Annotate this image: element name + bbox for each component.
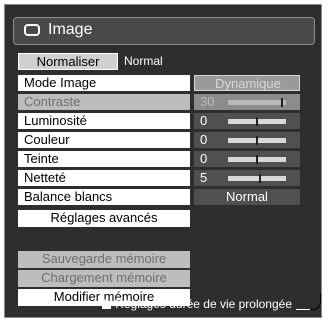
extended-life-label: Réglages durée de vie prolongée	[115, 297, 292, 311]
setting-value: Normal	[226, 189, 268, 204]
setting-slider-track[interactable]	[228, 155, 286, 164]
setting-value-box[interactable]: 5	[194, 170, 300, 186]
load-memory-button[interactable]: Chargement mémoire	[18, 270, 190, 287]
setting-slider-marker[interactable]	[281, 98, 283, 107]
setting-row-tint[interactable]: Teinte 0	[18, 151, 300, 168]
setting-value: 30	[200, 94, 215, 109]
setting-row-sharpness[interactable]: Netteté 5	[18, 170, 300, 187]
setting-slider-marker[interactable]	[259, 174, 261, 183]
save-memory-button[interactable]: Sauvegarde mémoire	[18, 251, 190, 268]
menu-title: Image	[48, 21, 93, 38]
setting-row-color[interactable]: Couleur 0	[18, 132, 300, 149]
setting-value: 0	[200, 113, 208, 128]
setting-value: 0	[200, 132, 208, 147]
setting-label: Netteté	[18, 170, 190, 186]
setting-slider-track[interactable]	[228, 98, 286, 107]
setting-value-box[interactable]: 0	[194, 113, 300, 129]
lock-icon	[102, 299, 112, 309]
setting-row-contrast[interactable]: Contraste 30	[18, 94, 300, 111]
setting-value: Dynamique	[215, 76, 281, 91]
setting-value-box[interactable]: 0	[194, 151, 300, 167]
setting-value-box[interactable]: Dynamique	[194, 75, 300, 91]
setting-value-box[interactable]: 30	[194, 94, 300, 110]
setting-slider-marker[interactable]	[256, 117, 258, 126]
setting-value: 5	[200, 170, 208, 185]
normalize-button[interactable]: Normaliser	[18, 53, 118, 70]
menu-title-bar: Image	[13, 17, 315, 45]
setting-slider-track[interactable]	[228, 174, 286, 183]
normalize-status: Normal	[124, 54, 163, 68]
setting-row-white-balance[interactable]: Balance blancs Normal	[18, 189, 300, 206]
setting-slider-marker[interactable]	[256, 155, 258, 164]
setting-slider-marker[interactable]	[256, 136, 258, 145]
setting-slider-track[interactable]	[228, 136, 286, 145]
setting-label: Mode Image	[18, 75, 190, 91]
setting-value-box[interactable]: Normal	[194, 189, 300, 205]
setting-label: Luminosité	[18, 113, 190, 129]
pointer-line	[296, 309, 310, 310]
setting-value: 0	[200, 151, 208, 166]
setting-value-box[interactable]: 0	[194, 132, 300, 148]
setting-row-brightness[interactable]: Luminosité 0	[18, 113, 300, 130]
setting-label: Couleur	[18, 132, 190, 148]
setting-label: Teinte	[18, 151, 190, 167]
setting-label: Balance blancs	[18, 189, 190, 205]
setting-slider-track[interactable]	[228, 117, 286, 126]
picture-icon	[24, 24, 40, 36]
setting-label: Contraste	[18, 94, 190, 110]
setting-row-mode-image[interactable]: Mode Image Dynamique	[18, 75, 300, 92]
advanced-settings-button[interactable]: Réglages avancés	[18, 210, 190, 227]
extended-life-settings-note[interactable]: Réglages durée de vie prolongée	[0, 296, 292, 312]
